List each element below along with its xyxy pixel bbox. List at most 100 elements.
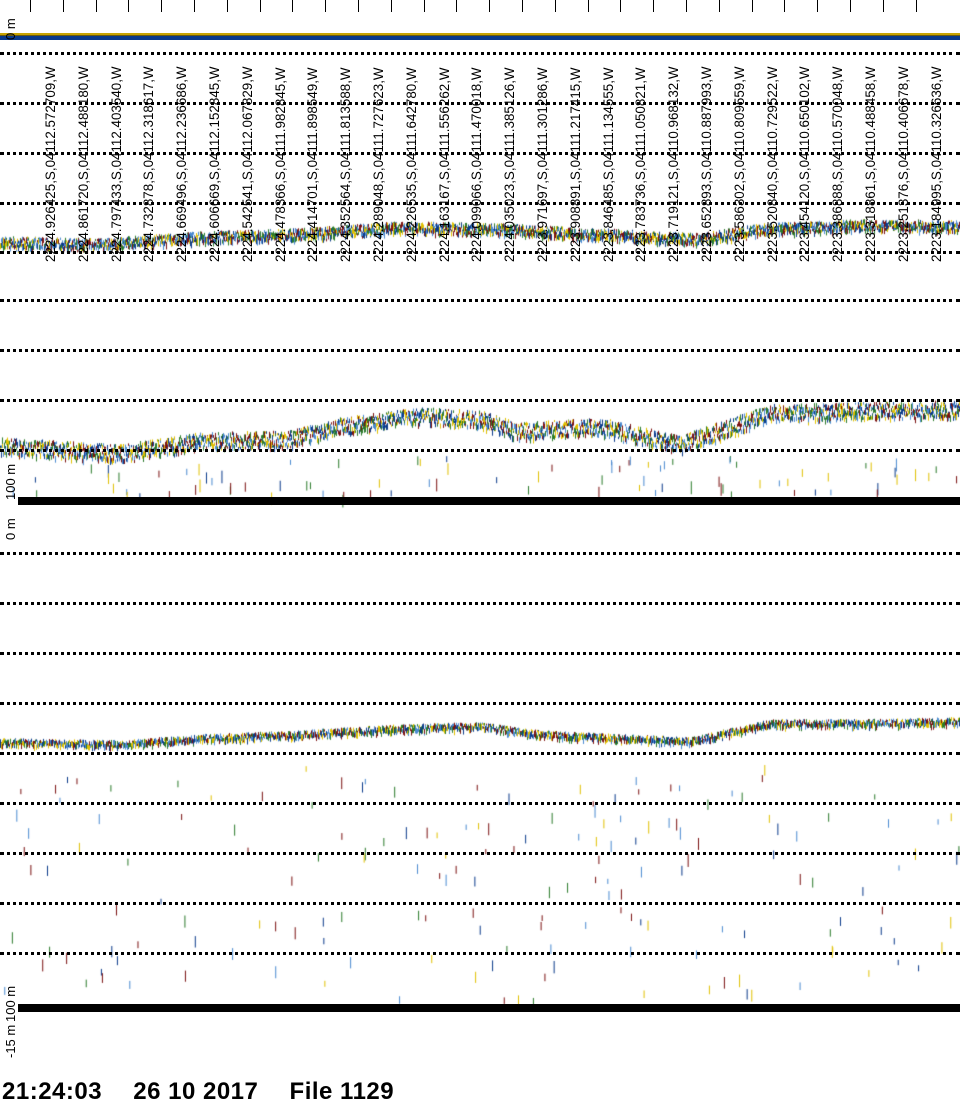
event-marker (259, 0, 261, 12)
event-marker (882, 0, 884, 12)
event-marker (915, 0, 917, 12)
nav-position-text: 2223.719121,S,04110.968132,W (666, 66, 682, 262)
nav-position-label: 2223.454120,S,04110.650102,W (797, 0, 813, 262)
nav-position-text: 2223.520840,S,04110.729522,W (764, 66, 780, 262)
panel-separator (18, 1004, 960, 1012)
depth-label-top: 0 m (3, 18, 18, 40)
depth-gridline (0, 349, 960, 352)
event-marker (423, 0, 425, 12)
event-marker (128, 0, 130, 12)
nav-position-text: 2224.414701,S,04111.898549,W (305, 67, 321, 262)
nav-position-text: 2224.732878,S,04112.318617,W (141, 66, 157, 262)
event-marker (62, 0, 64, 12)
nav-position-label: 2223.971697,S,04111.301286,W (535, 0, 550, 262)
depth-label-bottom: 100 m (3, 985, 18, 1022)
event-marker (653, 0, 655, 12)
depth-gridline (0, 652, 960, 655)
depth-gridline (0, 552, 960, 555)
nav-position-label: 2223.783736,S,04111.050821,W (633, 0, 649, 262)
nav-position-label: 2224.478366,S,04111.982845,W (272, 0, 288, 262)
nav-position-text: 2224.352564,S,04111.813588,W (338, 67, 354, 262)
nav-position-text: 2223.586302,S,04110.809559,W (731, 66, 747, 262)
nav-position-label: 2224.163167,S,04111.556262,W (437, 0, 452, 262)
nav-position-label: 2224.226535,S,04111.642780,W (403, 0, 419, 262)
panel-separator (18, 497, 960, 505)
status-footer: 21:24:03 26 10 2017 File 1129 (2, 1078, 418, 1106)
nav-position-text: 2223.454120,S,04110.650102,W (797, 66, 813, 262)
event-marker (751, 0, 753, 12)
depth-label-bottom: 100 m (3, 463, 18, 500)
nav-position-label: 2224.732878,S,04112.318617,W (141, 0, 157, 262)
nav-position-text: 2224.226535,S,04111.642780,W (403, 67, 419, 262)
nav-position-text: 2224.289048,S,04111.727623,W (371, 67, 386, 262)
event-marker (817, 0, 819, 12)
event-marker (522, 0, 523, 12)
event-marker (554, 0, 556, 12)
nav-position-label: 2223.184995,S,04110.326636,W (928, 0, 944, 262)
nav-position-label: 2223.719121,S,04110.968132,W (666, 0, 682, 262)
event-marker (686, 0, 687, 12)
depth-gridline (0, 299, 960, 302)
date-label: 26 10 2017 (133, 1078, 259, 1105)
nav-position-label: 2223.520840,S,04110.729522,W (764, 0, 780, 262)
nav-position-label: 2224.797433,S,04112.403540,W (108, 0, 124, 262)
nav-position-label: 2224.606669,S,04112.152845,W (207, 0, 222, 262)
nav-position-label: 2224.861720,S,04112.488180,W (75, 0, 91, 262)
nav-position-label: 2223.251376,S,04110.406678,W (895, 0, 911, 262)
depth-gridline (0, 952, 960, 955)
nav-position-text: 2224.926425,S,04112.572709,W (43, 66, 58, 262)
nav-position-label: 2224.669496,S,04112.236686,W (174, 0, 190, 262)
nav-position-label: 2224.289048,S,04111.727623,W (371, 0, 386, 262)
event-marker (620, 0, 622, 12)
nav-position-text: 2224.099066,S,04111.470018,W (469, 67, 485, 262)
depth-label-top: 0 m (3, 518, 18, 540)
depth-gridline (0, 902, 960, 905)
event-marker (489, 0, 491, 12)
nav-position-label: 2223.846485,S,04111.134555,W (600, 0, 616, 262)
event-marker (718, 0, 720, 12)
nav-position-text: 2223.251376,S,04110.406678,W (895, 66, 911, 262)
nav-position-text: 2223.908891,S,04111.217415,W (567, 67, 583, 262)
nav-position-text: 2223.846485,S,04111.134555,W (600, 67, 616, 262)
nav-position-label: 2223.386888,S,04110.570048,W (830, 0, 846, 262)
event-marker (95, 0, 97, 12)
nav-position-text: 2223.184995,S,04110.326636,W (928, 66, 944, 262)
nav-position-text: 2223.386888,S,04110.570048,W (830, 66, 846, 262)
nav-position-label: 2223.586302,S,04110.809559,W (731, 0, 747, 262)
nav-position-text: 2224.669496,S,04112.236686,W (174, 66, 190, 262)
nav-position-label: 2224.099066,S,04111.470018,W (469, 0, 485, 262)
nav-position-text: 2223.318861,S,04110.488458,W (863, 66, 878, 262)
event-marker (292, 0, 294, 12)
nav-position-label: 2223.652893,S,04110.887993,W (699, 0, 714, 262)
nav-position-text: 2224.542541,S,04112.067829,W (239, 66, 255, 262)
nav-position-text: 2224.478366,S,04111.982845,W (272, 67, 288, 262)
event-marker (30, 0, 31, 12)
nav-position-text: 2224.861720,S,04112.488180,W (75, 66, 91, 262)
nav-position-text: 2224.606669,S,04112.152845,W (207, 66, 222, 262)
nav-position-label: 2223.318861,S,04110.488458,W (863, 0, 878, 262)
event-marker (325, 0, 327, 12)
nav-position-label: 2224.414701,S,04111.898549,W (305, 0, 321, 262)
event-marker (390, 0, 392, 12)
depth-gridline (0, 449, 960, 452)
depth-gridline (0, 852, 960, 855)
time-label: 21:24:03 (2, 1078, 103, 1105)
nav-position-label: 2224.352564,S,04111.813588,W (338, 0, 354, 262)
nav-position-text: 2223.783736,S,04111.050821,W (633, 67, 649, 262)
nav-position-text: 2223.971697,S,04111.301286,W (535, 67, 550, 262)
depth-offset-label: -15 m (3, 1024, 18, 1058)
nav-position-label: 2224.035023,S,04111.385126,W (502, 0, 517, 262)
depth-gridline (0, 702, 960, 705)
file-label: File 1129 (289, 1078, 395, 1105)
nav-position-label: 2223.908891,S,04111.217415,W (567, 0, 583, 262)
nav-position-label: 2224.542541,S,04112.067829,W (239, 0, 255, 262)
event-marker (161, 0, 163, 12)
nav-position-text: 2223.652893,S,04110.887993,W (699, 66, 714, 262)
depth-gridline (0, 802, 960, 805)
event-marker (587, 0, 589, 12)
depth-gridline (0, 752, 960, 755)
event-marker (850, 0, 851, 12)
nav-position-label: 2224.926425,S,04112.572709,W (43, 0, 58, 262)
depth-gridline (0, 602, 960, 605)
nav-position-text: 2224.797433,S,04112.403540,W (108, 66, 124, 262)
